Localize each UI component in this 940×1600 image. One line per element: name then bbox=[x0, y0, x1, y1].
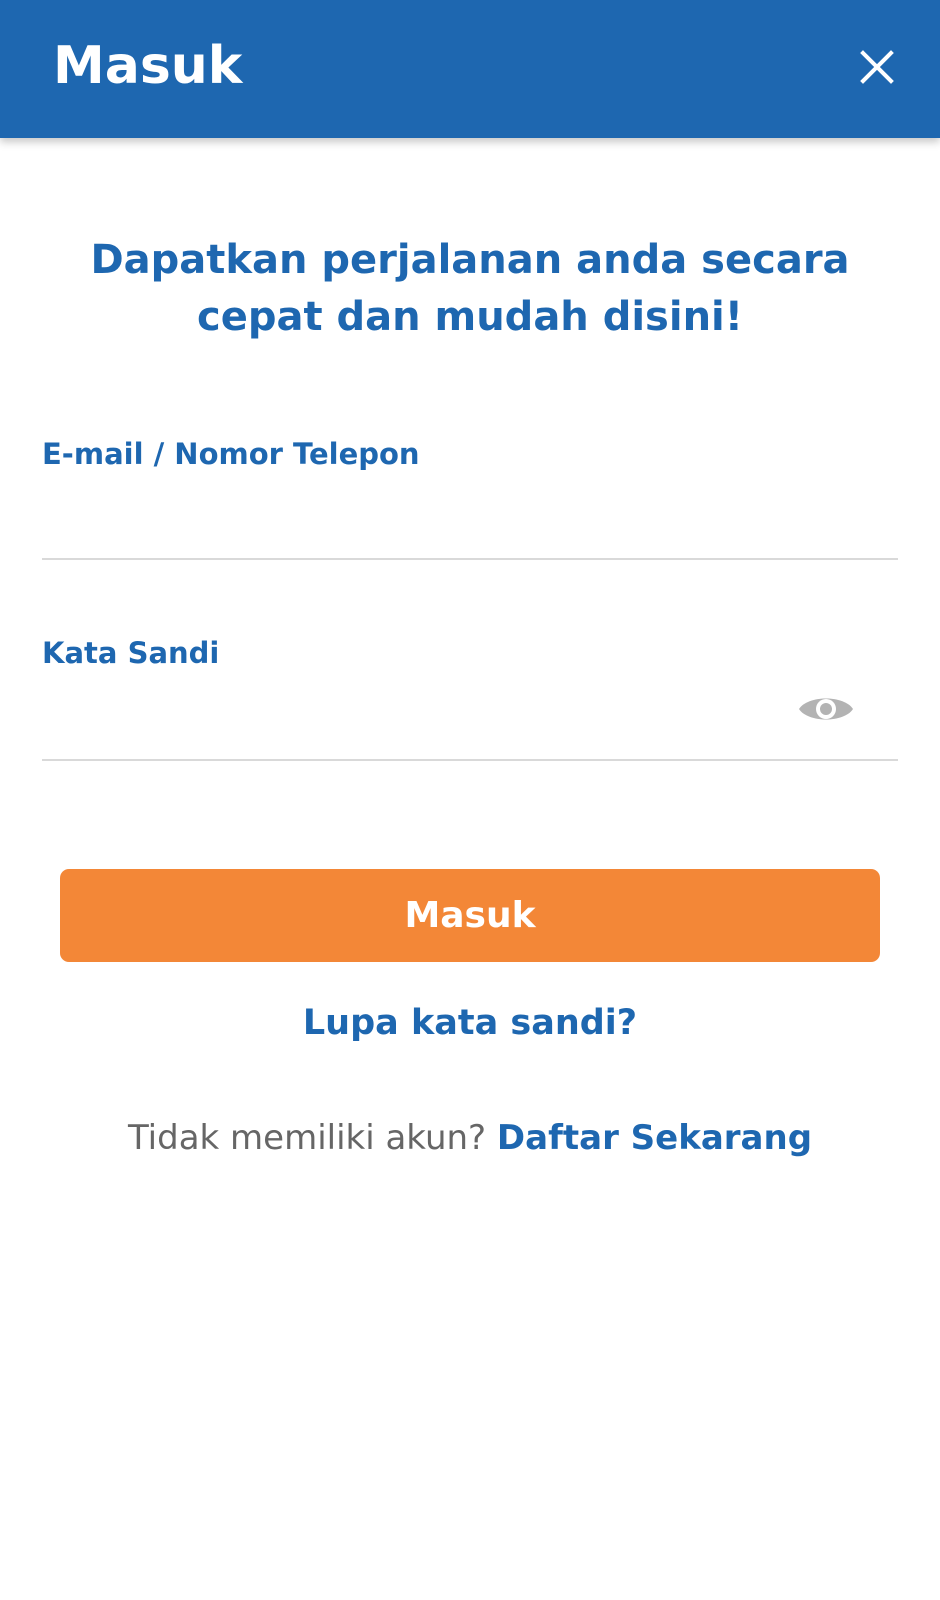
app-header: Masuk bbox=[0, 0, 940, 138]
email-field[interactable] bbox=[42, 485, 898, 545]
headline-line-1: Dapatkan perjalanan anda secara bbox=[90, 237, 850, 283]
register-prompt: Tidak memiliki akun? bbox=[127, 1118, 487, 1158]
forgot-password-link[interactable]: Lupa kata sandi? bbox=[303, 1003, 637, 1043]
email-label: E-mail / Nomor Telepon bbox=[42, 437, 420, 471]
register-row: Tidak memiliki akun? Daftar Sekarang bbox=[0, 1113, 940, 1163]
register-link[interactable]: Daftar Sekarang bbox=[497, 1118, 812, 1158]
password-field[interactable] bbox=[42, 682, 782, 742]
eye-icon bbox=[799, 698, 853, 720]
login-button[interactable]: Masuk bbox=[60, 869, 880, 962]
close-icon bbox=[860, 50, 894, 84]
close-button[interactable] bbox=[850, 40, 906, 96]
password-label: Kata Sandi bbox=[42, 636, 220, 670]
email-underline bbox=[42, 558, 898, 560]
headline-line-2: cepat dan mudah disini! bbox=[196, 294, 743, 340]
page-title: Masuk bbox=[53, 36, 243, 96]
password-underline bbox=[42, 759, 898, 761]
welcome-headline: Dapatkan perjalanan anda secara cepat da… bbox=[40, 232, 900, 346]
forgot-password-row: Lupa kata sandi? bbox=[0, 998, 940, 1048]
password-visibility-toggle[interactable] bbox=[796, 687, 856, 731]
